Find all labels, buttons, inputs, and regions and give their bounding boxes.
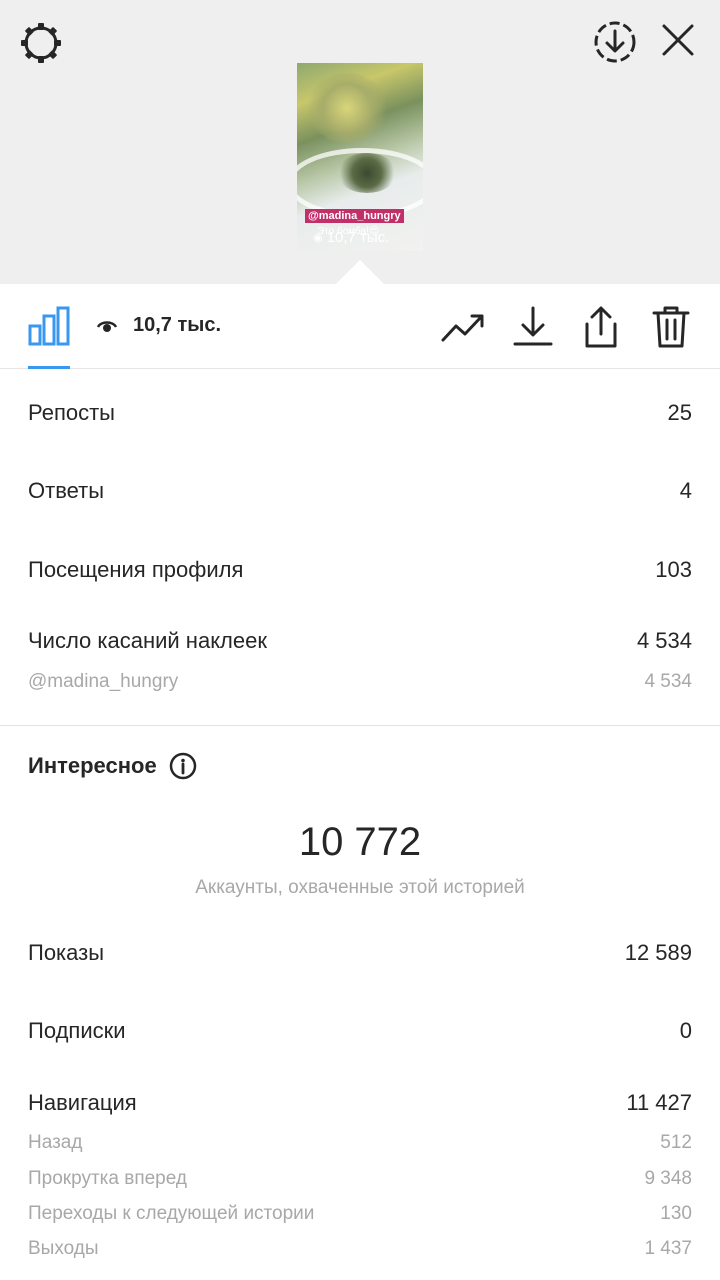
stat-label: Переходы к следующей истории	[28, 1203, 315, 1224]
active-tab-indicator	[28, 366, 70, 369]
stat-value: 130	[660, 1203, 692, 1224]
thumbnail-food-dark	[337, 153, 397, 193]
stat-row-impressions: Показы 12 589	[28, 940, 692, 966]
info-icon[interactable]	[169, 752, 197, 780]
stat-row-next-story: Переходы к следующей истории 130	[28, 1203, 692, 1225]
story-toolbar: 10,7 тыс.	[0, 284, 720, 369]
eye-icon	[96, 321, 118, 332]
eye-icon: ◉	[313, 232, 323, 244]
discovery-section-title: Интересное	[28, 752, 197, 780]
section-divider	[0, 725, 720, 726]
download-icon[interactable]	[510, 304, 556, 350]
stat-label: Подписки	[28, 1018, 126, 1043]
sticker-mention-tag: @madina_hungry	[305, 209, 404, 223]
discovery-title-text: Интересное	[28, 753, 157, 778]
stat-row-back: Назад 512	[28, 1132, 692, 1154]
viewers-count[interactable]: 10,7 тыс.	[133, 314, 221, 337]
promote-trend-icon[interactable]	[440, 304, 486, 350]
story-preview-area: @madina_hungry Это бомба!😍 ◉ 10,7 тыс.	[0, 0, 720, 309]
stat-label: Прокрутка вперед	[28, 1168, 187, 1189]
stat-label: Ответы	[28, 478, 105, 503]
stat-value: 4 534	[636, 628, 692, 653]
stat-value: 4 534	[644, 671, 692, 692]
stat-value: 25	[667, 400, 692, 425]
close-icon[interactable]	[658, 20, 698, 60]
save-story-icon[interactable]	[592, 19, 638, 65]
stat-value: 11 427	[626, 1090, 692, 1115]
stat-row-sticker-mention: @madina_hungry 4 534	[28, 671, 692, 693]
reach-value: 10 772	[298, 820, 422, 864]
stat-label: Посещения профиля	[28, 557, 244, 582]
stat-value: 1 437	[644, 1238, 692, 1259]
stat-value: 9 348	[644, 1168, 692, 1189]
stat-value: 12 589	[624, 940, 692, 965]
stat-label: Выходы	[28, 1238, 99, 1259]
stat-row-follows: Подписки 0	[28, 1018, 692, 1044]
stat-value: 4	[679, 478, 692, 503]
share-icon[interactable]	[578, 304, 624, 350]
stat-label: Навигация	[28, 1090, 137, 1115]
thumbnail-views-count: 10,7 тыс.	[326, 229, 390, 246]
stat-row-navigation: Навигация 11 427	[28, 1090, 692, 1116]
thumbnail-food-blur	[307, 73, 387, 143]
stat-label: Назад	[28, 1132, 83, 1153]
stat-row-profile-visits: Посещения профиля 103	[28, 557, 692, 583]
stat-row-forward: Прокрутка вперед 9 348	[28, 1168, 692, 1190]
stat-value: 0	[679, 1018, 692, 1043]
stat-value: 512	[660, 1132, 692, 1153]
thumbnail-views: ◉ 10,7 тыс.	[313, 229, 389, 246]
stat-row-replies: Ответы 4	[28, 478, 692, 504]
settings-gear-icon[interactable]	[18, 20, 64, 66]
delete-trash-icon[interactable]	[648, 304, 694, 350]
reach-caption: Аккаунты, охваченные этой историей	[195, 877, 525, 898]
stat-row-exits: Выходы 1 437	[28, 1238, 692, 1260]
stat-row-sticker-taps: Число касаний наклеек 4 534	[28, 628, 692, 654]
story-thumbnail[interactable]: @madina_hungry Это бомба!😍 ◉ 10,7 тыс.	[297, 63, 423, 251]
stat-label: Репосты	[28, 400, 115, 425]
stat-value: 103	[655, 557, 692, 582]
insights-bar-chart-icon[interactable]	[28, 306, 70, 346]
stat-label: Показы	[28, 940, 105, 965]
stat-label: Число касаний наклеек	[28, 628, 267, 653]
stat-row-reposts: Репосты 25	[28, 400, 692, 426]
stat-label: @madina_hungry	[28, 671, 179, 692]
